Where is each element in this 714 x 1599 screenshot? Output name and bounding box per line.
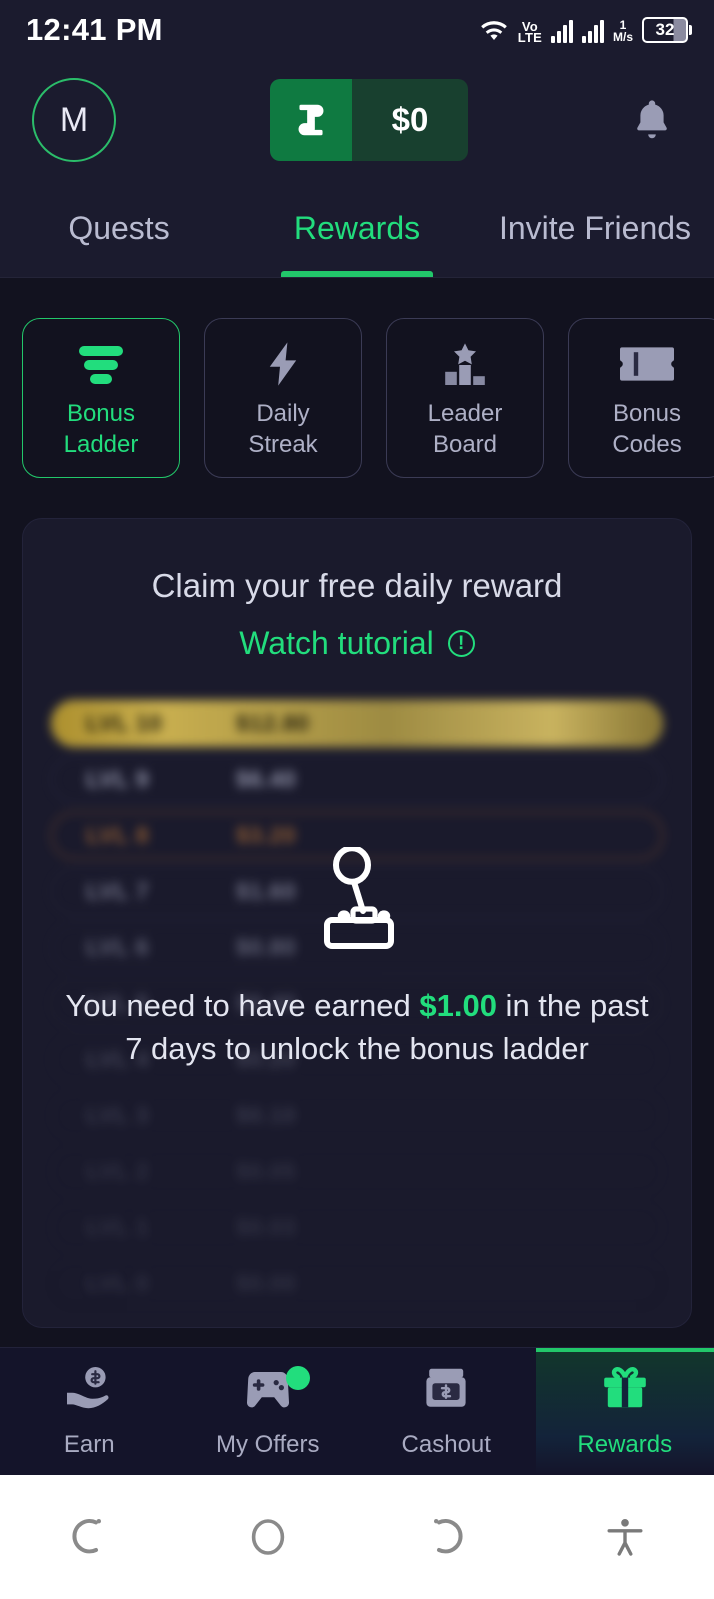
nav-item-rewards[interactable]: Rewards bbox=[535, 1348, 714, 1475]
nav-item-rewards-label: Rewards bbox=[577, 1431, 673, 1458]
tab-quests-label: Quests bbox=[68, 210, 170, 246]
status-bar: 12:41 PM Vo LTE 1 M/s 32 bbox=[0, 0, 714, 60]
my-offers-badge-dot bbox=[285, 1366, 310, 1390]
ladder-level: LVL 10 bbox=[86, 710, 163, 736]
ladder-row: LVL 10 $12.80 bbox=[51, 700, 663, 747]
status-bar-clock: 12:41 PM bbox=[26, 12, 163, 47]
chip-bonus-codes-label: Bonus Codes bbox=[612, 400, 682, 458]
ladder-level: LVL 9 bbox=[86, 766, 149, 792]
bonus-ladder-card: Claim your free daily reward Watch tutor… bbox=[22, 518, 692, 1328]
atm-cash-icon bbox=[420, 1364, 472, 1419]
status-bar-icons: Vo LTE 1 M/s 32 bbox=[479, 17, 692, 45]
chip-leader-board-label: Leader Board bbox=[427, 400, 503, 458]
chip-bonus-ladder[interactable]: Bonus Ladder bbox=[22, 318, 180, 478]
watch-tutorial-label: Watch tutorial bbox=[239, 625, 434, 661]
chip-daily-streak[interactable]: Daily Streak bbox=[204, 318, 362, 478]
ticket-icon bbox=[619, 336, 675, 392]
phone-screen: 12:41 PM Vo LTE 1 M/s 32 M $0 Quests Rew… bbox=[0, 0, 714, 1599]
info-circle-icon: ! bbox=[447, 630, 475, 657]
app-logo-icon bbox=[270, 79, 352, 161]
android-navigation-bar bbox=[0, 1475, 714, 1599]
app-header: M $0 bbox=[0, 60, 714, 180]
tab-invite-friends-label: Invite Friends bbox=[498, 210, 692, 246]
content-area: Bonus Ladder Daily Streak Leader Board B… bbox=[0, 278, 714, 1347]
bell-icon[interactable] bbox=[622, 96, 682, 144]
balance-amount: $0 bbox=[352, 79, 468, 161]
battery-icon: 32 bbox=[642, 17, 692, 43]
lock-message-amount: $1.00 bbox=[419, 988, 497, 1023]
ladder-lock-overlay: You need to have earned $1.00 in the pas… bbox=[23, 819, 691, 1327]
chip-bonus-codes[interactable]: Bonus Codes bbox=[568, 318, 714, 478]
tab-quests[interactable]: Quests bbox=[0, 180, 238, 277]
volte-icon: Vo LTE bbox=[517, 19, 542, 45]
accessibility-icon[interactable] bbox=[536, 1514, 714, 1560]
hand-coin-icon bbox=[63, 1364, 115, 1419]
watch-tutorial-link[interactable]: Watch tutorial ! bbox=[23, 625, 691, 662]
card-title: Claim your free daily reward bbox=[151, 567, 563, 604]
nav-item-cashout[interactable]: Cashout bbox=[357, 1348, 536, 1475]
ladder-row: LVL 9 $6.40 bbox=[51, 756, 663, 803]
lightning-bolt-icon bbox=[263, 336, 303, 392]
tab-rewards[interactable]: Rewards bbox=[238, 180, 476, 277]
chip-daily-streak-label: Daily Streak bbox=[248, 400, 318, 458]
signal-bars-sim1-icon bbox=[550, 19, 573, 43]
gift-box-icon bbox=[599, 1364, 651, 1419]
avatar-initial: M bbox=[59, 100, 89, 139]
podium-star-icon bbox=[440, 336, 490, 392]
nav-item-my-offers-label: My Offers bbox=[215, 1431, 320, 1458]
battery-level-text: 32 bbox=[655, 20, 675, 39]
ladder-amount: $12.80 bbox=[236, 710, 310, 736]
network-speed-indicator: 1 M/s bbox=[612, 18, 633, 44]
joystick-icon bbox=[309, 845, 405, 960]
back-icon[interactable] bbox=[0, 1514, 179, 1560]
signal-bars-sim2-icon bbox=[581, 19, 604, 43]
gamepad-icon bbox=[242, 1364, 294, 1419]
lock-message-part1: You need to have earned bbox=[65, 988, 420, 1023]
ladder-bars-icon bbox=[75, 336, 127, 392]
recents-icon[interactable] bbox=[357, 1514, 536, 1560]
ladder-amount: $6.40 bbox=[236, 766, 297, 792]
avatar[interactable]: M bbox=[32, 78, 116, 162]
home-circle-icon[interactable] bbox=[179, 1514, 358, 1560]
bottom-navigation: Earn My Offers Cashout Rewards bbox=[0, 1347, 714, 1475]
nav-item-earn[interactable]: Earn bbox=[0, 1348, 179, 1475]
tab-rewards-label: Rewards bbox=[293, 210, 421, 246]
nav-item-earn-label: Earn bbox=[63, 1431, 115, 1458]
tab-invite-friends[interactable]: Invite Friends bbox=[476, 180, 714, 277]
wifi-icon bbox=[480, 21, 507, 40]
chip-bonus-ladder-label: Bonus Ladder bbox=[63, 400, 139, 458]
balance-pill[interactable]: $0 bbox=[270, 79, 468, 161]
chip-leader-board[interactable]: Leader Board bbox=[386, 318, 544, 478]
reward-category-chips[interactable]: Bonus Ladder Daily Streak Leader Board B… bbox=[0, 318, 714, 478]
nav-item-cashout-label: Cashout bbox=[401, 1431, 491, 1458]
nav-item-my-offers[interactable]: My Offers bbox=[179, 1348, 358, 1475]
lock-message: You need to have earned $1.00 in the pas… bbox=[23, 984, 691, 1070]
top-tab-bar: Quests Rewards Invite Friends bbox=[0, 180, 714, 278]
